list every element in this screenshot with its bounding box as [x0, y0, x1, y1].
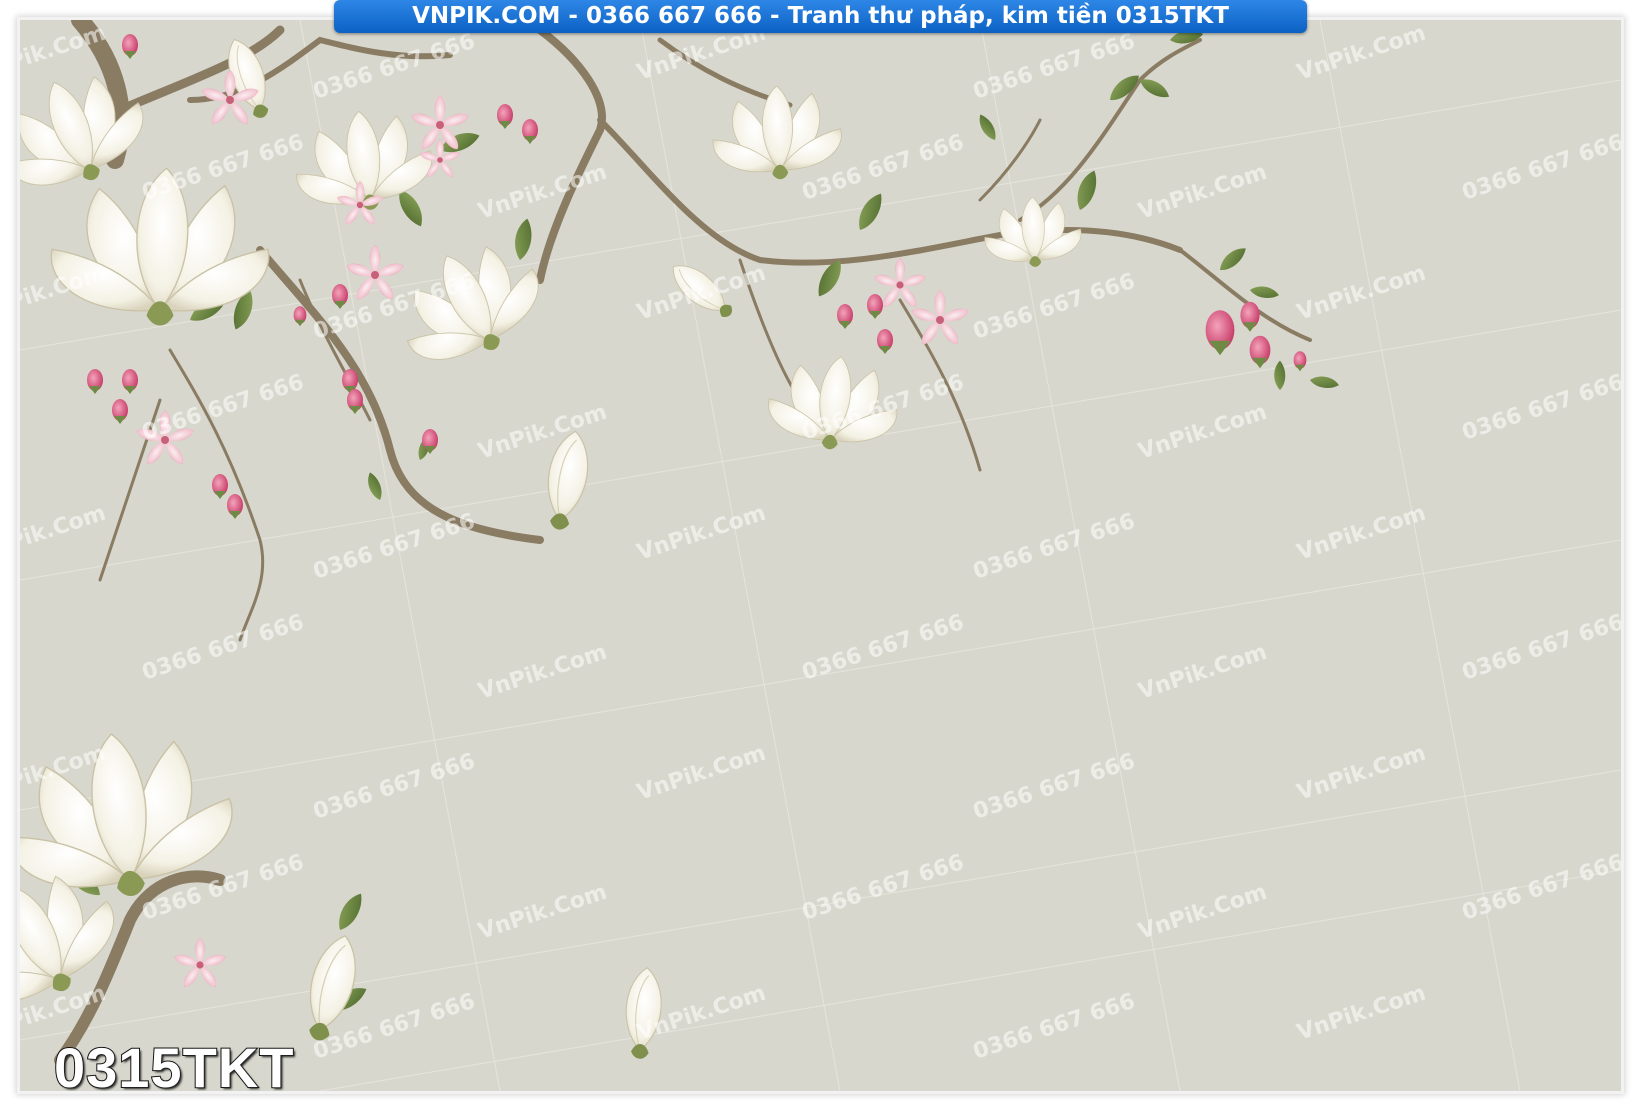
artwork-canvas: VnPik.Com 0366 667 666 VnPik.Com 0366 667 6…	[20, 20, 1621, 1091]
watermark-brand: VnPik.Com	[1135, 640, 1270, 705]
watermark-phone: 0366 667 666	[799, 850, 967, 926]
watermark-phone: 0366 667 666	[1459, 370, 1621, 446]
watermark-brand: VnPik.Com	[20, 501, 109, 566]
cherry-blossoms	[134, 70, 971, 990]
product-code-label: 0315TKT	[53, 1036, 295, 1092]
watermark-brand: VnPik.Com	[1135, 880, 1270, 945]
flower-artwork: VnPik.Com 0366 667 666 VnPik.Com 0366 667 6…	[20, 20, 1621, 1091]
watermark-phone: 0366 667 666	[139, 370, 307, 446]
watermark-brand: VnPik.Com	[1294, 261, 1429, 326]
watermark-brand: VnPik.Com	[475, 400, 610, 465]
watermark-brand: VnPik.Com	[634, 741, 769, 806]
watermark-brand: VnPik.Com	[1294, 741, 1429, 806]
watermark-brand: VnPik.Com	[475, 880, 610, 945]
watermark-phone: 0366 667 666	[799, 610, 967, 686]
watermark-phone: 0366 667 666	[310, 509, 478, 585]
watermark-phone: 0366 667 666	[970, 269, 1138, 345]
watermark-brand: VnPik.Com	[475, 640, 610, 705]
image-frame: VnPik.Com 0366 667 666 VnPik.Com 0366 667 6…	[0, 0, 1641, 1109]
watermark-brand: VnPik.Com	[1135, 160, 1270, 225]
watermark-phone: 0366 667 666	[1459, 610, 1621, 686]
watermark-brand: VnPik.Com	[475, 160, 610, 225]
watermark-phone: 0366 667 666	[970, 509, 1138, 585]
watermark-phone: 0366 667 666	[310, 749, 478, 825]
top-banner: VNPIK.COM - 0366 667 666 - Tranh thư phá…	[334, 0, 1307, 33]
watermark-phone: 0366 667 666	[310, 29, 478, 105]
watermark-brand: VnPik.Com	[634, 501, 769, 566]
watermark-brand: VnPik.Com	[1294, 981, 1429, 1046]
watermark-phone: 0366 667 666	[1459, 130, 1621, 206]
watermark-brand: VnPik.Com	[1294, 501, 1429, 566]
watermark-phone: 0366 667 666	[970, 749, 1138, 825]
watermark-brand: VnPik.Com	[634, 261, 769, 326]
watermark-brand: VnPik.Com	[1135, 400, 1270, 465]
watermark-phone: 0366 667 666	[970, 989, 1138, 1065]
watermark-phone: 0366 667 666	[139, 610, 307, 686]
watermark-phone: 0366 667 666	[1459, 850, 1621, 926]
watermark-brand: VnPik.Com	[1294, 21, 1429, 86]
